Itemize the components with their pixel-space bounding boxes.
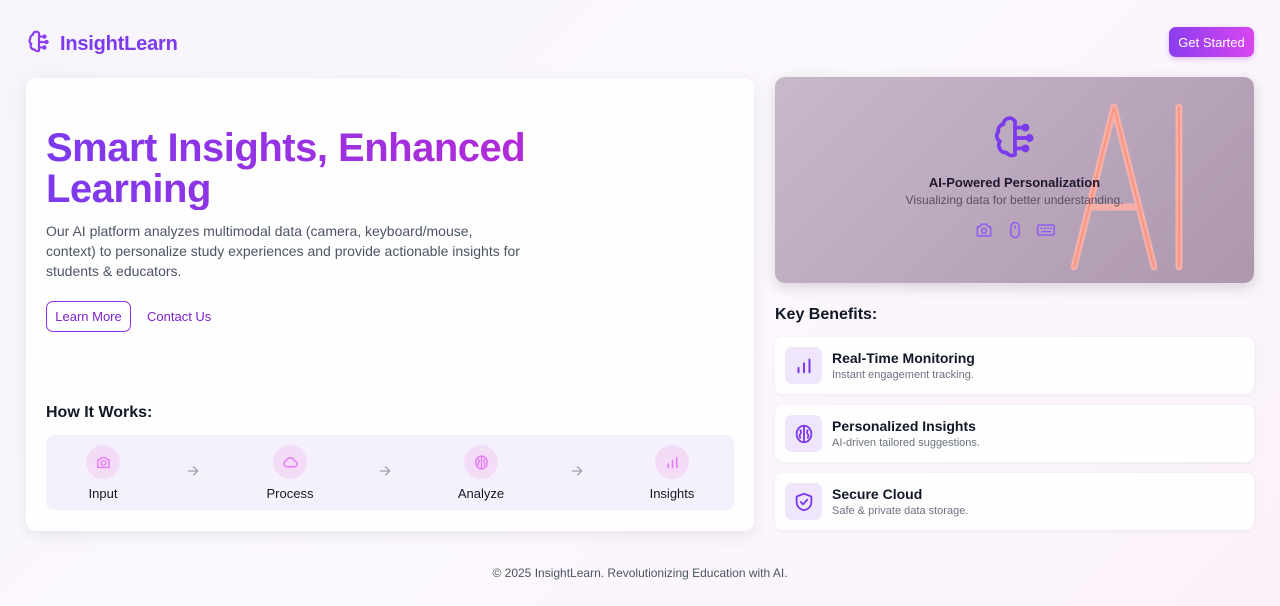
step-label: Analyze bbox=[457, 486, 505, 501]
cloud-icon bbox=[273, 445, 307, 479]
arrow-right-icon bbox=[187, 466, 199, 476]
contact-us-link[interactable]: Contact Us bbox=[147, 309, 211, 324]
header: InsightLearn Get Started bbox=[26, 27, 1254, 60]
step-analyze: Analyze bbox=[441, 445, 521, 501]
bar-chart-icon bbox=[655, 445, 689, 479]
hero-card: Smart Insights, Enhanced Learning Our AI… bbox=[26, 78, 754, 531]
footer-text: © 2025 InsightLearn. Revolutionizing Edu… bbox=[492, 566, 788, 580]
benefit-title: Personalized Insights bbox=[832, 418, 976, 434]
brain-icon bbox=[26, 29, 52, 60]
brain-icon bbox=[464, 445, 498, 479]
logo[interactable]: InsightLearn bbox=[26, 29, 178, 60]
step-process: Process bbox=[250, 445, 330, 501]
key-benefits-title: Key Benefits: bbox=[775, 306, 878, 323]
benefit-subtitle: AI-driven tailored suggestions. bbox=[832, 437, 980, 449]
learn-more-button[interactable]: Learn More bbox=[46, 301, 131, 332]
hero-description: Our AI platform analyzes multimodal data… bbox=[46, 223, 520, 279]
mouse-icon bbox=[1009, 221, 1020, 239]
step-label: Insights bbox=[649, 486, 695, 501]
benefit-subtitle: Instant engagement tracking. bbox=[832, 369, 974, 381]
ai-card-title: AI-Powered Personalization bbox=[928, 175, 1101, 190]
brand-name: InsightLearn bbox=[60, 33, 178, 55]
get-started-button[interactable]: Get Started bbox=[1169, 27, 1254, 57]
bar-chart-icon bbox=[785, 347, 822, 384]
benefit-subtitle: Safe & private data storage. bbox=[832, 505, 969, 517]
step-input: Input bbox=[63, 445, 143, 501]
ai-card-content: AI-Powered Personalization Visualizing d… bbox=[775, 113, 1254, 240]
benefit-title: Real-Time Monitoring bbox=[832, 350, 975, 366]
step-label: Input bbox=[88, 486, 118, 501]
steps-panel: Input Process Analyze Insights bbox=[46, 435, 734, 510]
benefit-card-personalized-insights: Personalized Insights AI-driven tailored… bbox=[775, 405, 1254, 462]
hero-title: Smart Insights, Enhanced Learning bbox=[46, 128, 646, 210]
benefit-card-real-time-monitoring: Real-Time Monitoring Instant engagement … bbox=[775, 337, 1254, 394]
arrow-right-icon bbox=[571, 466, 583, 476]
ai-personalization-card: AI-Powered Personalization Visualizing d… bbox=[775, 77, 1254, 283]
brain-icon bbox=[994, 116, 1034, 158]
keyboard-icon bbox=[1036, 224, 1055, 236]
benefit-title: Secure Cloud bbox=[832, 486, 923, 502]
camera-icon bbox=[86, 445, 120, 479]
arrow-right-icon bbox=[379, 466, 391, 476]
ai-card-subtitle: Visualizing data for better understandin… bbox=[905, 193, 1124, 207]
ai-card-icons bbox=[775, 220, 1254, 240]
camera-icon bbox=[976, 223, 991, 237]
brain-icon bbox=[785, 415, 822, 452]
shield-check-icon bbox=[785, 483, 822, 520]
benefit-card-secure-cloud: Secure Cloud Safe & private data storage… bbox=[775, 473, 1254, 530]
step-label: Process bbox=[266, 486, 314, 501]
step-insights: Insights bbox=[632, 445, 712, 501]
how-it-works-title: How It Works: bbox=[46, 404, 153, 421]
